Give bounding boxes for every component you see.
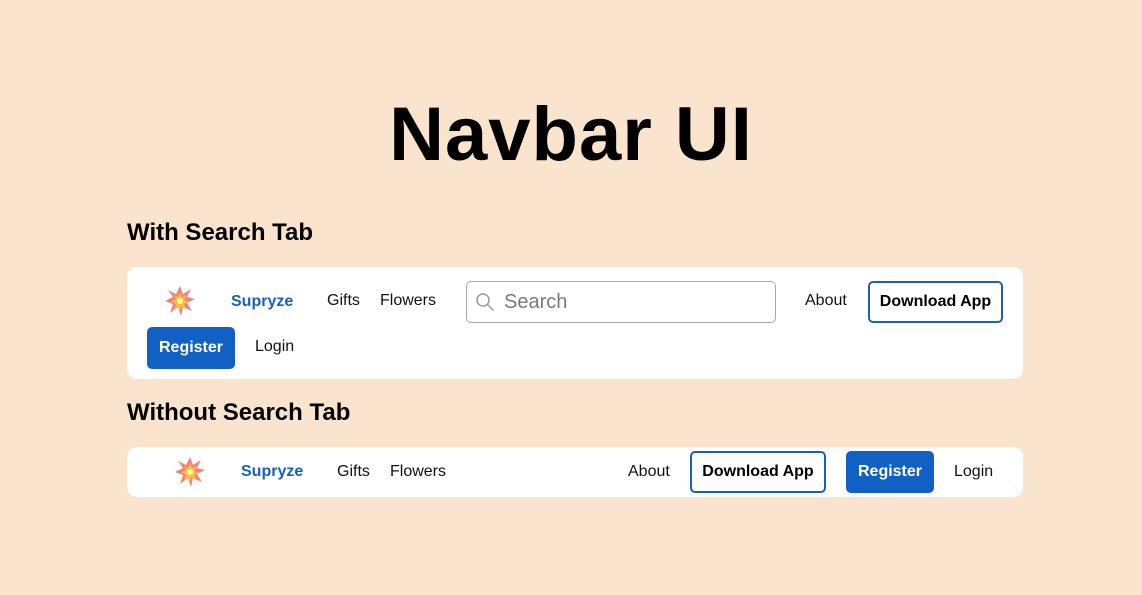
- nav-link-gifts[interactable]: Gifts: [337, 462, 370, 482]
- search-icon: [475, 292, 495, 312]
- nav-link-gifts[interactable]: Gifts: [327, 291, 360, 311]
- search-input[interactable]: [504, 282, 764, 322]
- brand-link[interactable]: Supryze: [231, 292, 293, 312]
- register-button[interactable]: Register: [846, 451, 934, 493]
- nav-link-about[interactable]: About: [628, 462, 670, 482]
- page-title: Navbar UI: [389, 92, 753, 177]
- search-box[interactable]: [466, 281, 776, 323]
- nav-link-about[interactable]: About: [805, 291, 847, 311]
- section-title-with-search: With Search Tab: [127, 219, 314, 246]
- explosion-icon[interactable]: [174, 456, 206, 488]
- download-app-button[interactable]: Download App: [690, 451, 826, 493]
- nav-link-flowers[interactable]: Flowers: [380, 291, 436, 311]
- download-app-button[interactable]: Download App: [868, 281, 1003, 323]
- navbar-without-search: Supryze Gifts Flowers About Download App…: [127, 447, 1023, 497]
- explosion-icon[interactable]: [164, 285, 196, 317]
- section-title-without-search: Without Search Tab: [127, 399, 351, 426]
- register-button[interactable]: Register: [147, 327, 235, 369]
- navbar-with-search: Supryze Gifts Flowers About Download App…: [127, 267, 1023, 379]
- brand-link[interactable]: Supryze: [241, 462, 303, 482]
- nav-link-flowers[interactable]: Flowers: [390, 462, 446, 482]
- login-link[interactable]: Login: [255, 337, 294, 357]
- login-link[interactable]: Login: [954, 462, 993, 482]
